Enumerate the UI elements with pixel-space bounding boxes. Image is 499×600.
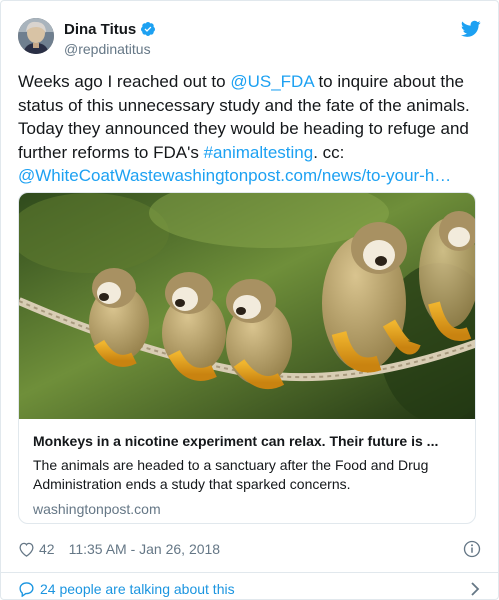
twitter-bird-icon[interactable] — [460, 20, 481, 38]
card-body: Monkeys in a nicotine experiment can rel… — [33, 432, 461, 517]
card-title[interactable]: Monkeys in a nicotine experiment can rel… — [33, 432, 461, 450]
author-info: Dina Titus @repdinatitus — [64, 20, 156, 57]
card-domain: washingtonpost.com — [33, 501, 161, 517]
hashtag-link[interactable]: #animaltesting — [204, 143, 314, 162]
tweet-meta: 42 11:35 AM - Jan 26, 2018 — [18, 539, 481, 559]
card-image[interactable] — [19, 193, 476, 419]
mention-link[interactable]: @US_FDA — [230, 72, 313, 91]
conversation-text[interactable]: 24 people are talking about this — [40, 581, 235, 597]
link-preview-card[interactable]: Monkeys in a nicotine experiment can rel… — [18, 192, 476, 524]
heart-icon[interactable] — [18, 541, 35, 557]
author-handle[interactable]: @repdinatitus — [64, 41, 156, 57]
divider — [1, 572, 498, 573]
tweet-header: Dina Titus @repdinatitus — [18, 18, 481, 58]
tweet-text-segment: Weeks ago I reached out to — [18, 72, 231, 91]
card-description: The animals are headed to a sanctuary af… — [33, 457, 429, 492]
tweet-text: Weeks ago I reached out to @US_FDA to in… — [18, 70, 484, 188]
like-count[interactable]: 42 — [39, 541, 55, 557]
chevron-right-icon[interactable] — [469, 581, 481, 597]
verified-badge-icon — [140, 21, 156, 37]
tweet-card: Dina Titus @repdinatitus Weeks ago I rea… — [0, 0, 499, 600]
mention-url-link[interactable]: @WhiteCoatWastewashingtonpost.com/news/t… — [18, 166, 451, 185]
info-icon[interactable] — [463, 540, 481, 558]
speech-bubble-icon — [18, 581, 35, 598]
display-name[interactable]: Dina Titus — [64, 21, 136, 38]
conversation-link[interactable]: 24 people are talking about this — [18, 579, 481, 599]
avatar[interactable] — [18, 18, 54, 54]
timestamp[interactable]: 11:35 AM - Jan 26, 2018 — [69, 541, 221, 557]
tweet-text-segment: . cc: — [313, 142, 345, 162]
